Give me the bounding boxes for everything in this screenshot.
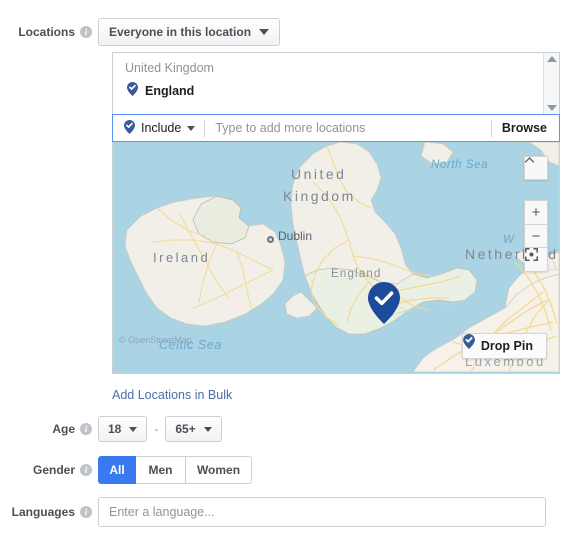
languages-label: Languages	[11, 505, 75, 519]
locations-box: United Kingdom England Include Type to a…	[112, 52, 560, 374]
chevron-down-icon	[203, 426, 212, 432]
chevron-up-icon	[525, 157, 534, 163]
age-max-select[interactable]: 65+	[165, 416, 222, 442]
languages-label-group: Languages i	[0, 497, 98, 527]
location-input-row: Include Browse	[112, 114, 560, 142]
browse-button[interactable]: Browse	[492, 121, 559, 135]
gender-option-all-label: All	[109, 463, 125, 477]
map-selected-pin[interactable]	[368, 282, 400, 327]
locations-scrollbar[interactable]	[543, 53, 559, 114]
audience-scope-dropdown[interactable]: Everyone in this location	[98, 18, 281, 46]
age-min-value: 18	[108, 422, 122, 436]
age-max-value: 65+	[175, 422, 196, 436]
list-item[interactable]: England	[113, 77, 559, 105]
age-label-group: Age i	[0, 416, 98, 442]
chevron-down-icon	[129, 426, 138, 432]
drop-pin-label: Drop Pin	[480, 339, 533, 353]
gender-label-group: Gender i	[0, 456, 98, 484]
map-zoom-out-button[interactable]: −	[524, 224, 548, 248]
locations-label: Locations	[18, 25, 75, 39]
gender-option-women-label: Women	[196, 463, 241, 477]
scroll-down-arrow-icon[interactable]	[546, 105, 557, 111]
age-label: Age	[52, 422, 75, 436]
add-locations-in-bulk-link[interactable]: Add Locations in Bulk	[112, 388, 232, 402]
gender-option-all[interactable]: All	[98, 456, 136, 484]
gender-option-women[interactable]: Women	[186, 456, 252, 484]
gender-option-men-label: Men	[148, 463, 173, 477]
languages-input[interactable]	[98, 497, 546, 527]
list-item-label: England	[145, 83, 195, 98]
info-icon[interactable]: i	[80, 464, 92, 476]
map-collapse-button[interactable]	[524, 156, 548, 180]
gender-label: Gender	[32, 463, 75, 477]
drop-pin-button[interactable]: Drop Pin	[461, 333, 547, 359]
locations-label-group: Locations i	[0, 18, 98, 46]
chevron-down-icon	[187, 125, 196, 131]
age-range-separator: -	[154, 422, 159, 436]
include-exclude-dropdown[interactable]: Include	[113, 119, 204, 137]
gender-row: Gender i All Men Women	[0, 456, 252, 484]
info-icon[interactable]: i	[80, 26, 92, 38]
map-pin-check-icon	[127, 82, 138, 99]
fullscreen-expand-icon	[525, 248, 538, 261]
map-zoom-in-button[interactable]: +	[524, 200, 548, 224]
chevron-down-icon	[259, 29, 270, 35]
include-exclude-value: Include	[141, 121, 182, 135]
audience-scope-value: Everyone in this location	[109, 25, 252, 39]
scroll-up-arrow-icon[interactable]	[546, 56, 557, 62]
city-dot-dublin	[267, 236, 274, 243]
plus-icon: +	[531, 204, 541, 221]
location-map[interactable]: United Kingdom Ireland England Netherlan…	[112, 142, 560, 374]
selected-locations-list: United Kingdom England	[112, 52, 560, 114]
map-pin-check-icon	[124, 119, 135, 137]
map-fullscreen-button[interactable]	[524, 248, 548, 272]
age-min-select[interactable]: 18	[98, 416, 148, 442]
locations-row: Locations i Everyone in this location	[0, 18, 281, 46]
location-search-input[interactable]	[205, 115, 491, 141]
location-group-country: United Kingdom	[125, 61, 214, 75]
info-icon[interactable]: i	[80, 506, 92, 518]
gender-toggle-group: All Men Women	[98, 456, 252, 484]
info-icon[interactable]: i	[80, 423, 92, 435]
minus-icon: −	[531, 227, 541, 245]
gender-option-men[interactable]: Men	[136, 456, 186, 484]
age-row: Age i 18 - 65+	[0, 416, 222, 442]
languages-row: Languages i	[0, 497, 546, 527]
